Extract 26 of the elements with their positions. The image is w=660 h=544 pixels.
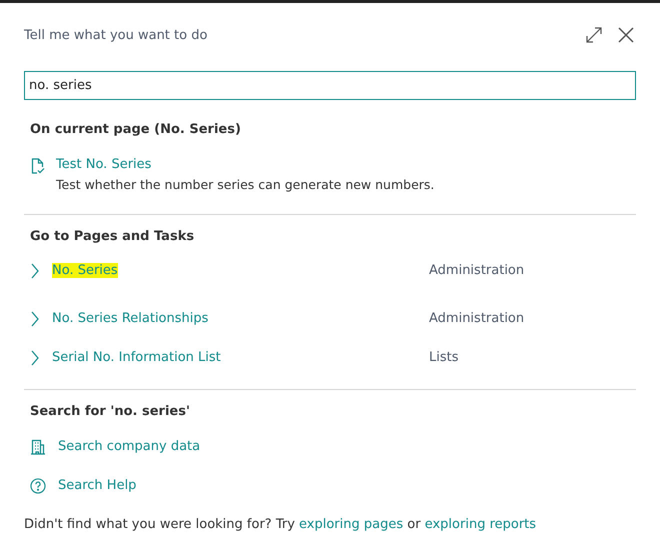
expand-icon[interactable] [584,25,604,45]
footer-text: Didn't find what you were looking for? Try exploring pages or exploring reports [24,517,538,532]
category-label: Administration [429,262,524,278]
action-description: Test whether the number series can generate new numbers. [56,177,434,192]
section-heading: Go to Pages and Tasks [30,229,196,244]
dialog-title: Tell me what you want to do [24,28,208,42]
section-heading: On current page (No. Series) [30,122,242,137]
building-icon [30,439,46,455]
page-link[interactable]: Serial No. Information List [52,350,221,365]
page-link[interactable]: No. Series [52,262,118,278]
explore-link[interactable]: exploring reports [424,517,536,532]
chevron-right-icon[interactable] [30,350,40,366]
chevron-right-icon[interactable] [30,262,40,278]
explore-link[interactable]: exploring pages [299,517,404,532]
section-heading: Search for 'no. series' [30,404,191,419]
category-label: Administration [429,311,524,326]
help-icon [30,478,46,494]
search-link[interactable]: Search Help [58,478,136,493]
action-link[interactable]: Test No. Series [56,157,152,172]
category-label: Lists [429,350,458,365]
search-link[interactable]: Search company data [58,439,200,454]
search-field[interactable]: no. series [24,71,636,100]
page-link[interactable]: No. Series Relationships [52,311,208,326]
document-check-icon [30,158,46,174]
chevron-right-icon[interactable] [30,311,40,327]
close-icon[interactable] [616,25,636,45]
